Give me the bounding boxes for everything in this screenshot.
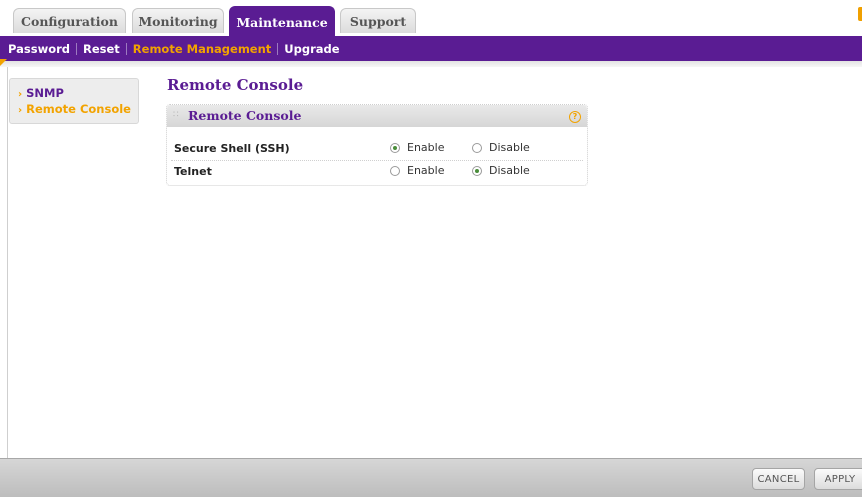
ssh-disable-radio[interactable]: Disable xyxy=(472,141,530,154)
row-divider xyxy=(171,160,583,161)
subnav-reset[interactable]: Reset xyxy=(83,42,120,56)
grip-icon: ∷ xyxy=(173,110,179,120)
subnav-notch xyxy=(0,59,7,66)
left-menu-item-remote-console[interactable]: › Remote Console xyxy=(18,101,138,117)
left-menu: › SNMP › Remote Console xyxy=(9,78,139,124)
top-tab-bar: Configuration Monitoring Maintenance Sup… xyxy=(0,0,862,37)
tab-configuration[interactable]: Configuration xyxy=(13,8,126,33)
subnav-separator xyxy=(76,42,77,55)
subnav-upgrade[interactable]: Upgrade xyxy=(284,42,339,56)
radio-selected-icon xyxy=(390,142,400,153)
sub-navigation: Password Reset Remote Management Upgrade xyxy=(0,36,862,61)
setting-label: Telnet xyxy=(174,165,212,178)
bottom-action-bar: CANCEL APPLY xyxy=(0,458,862,497)
subnav-separator xyxy=(125,42,127,55)
radio-label: Disable xyxy=(489,164,530,177)
remote-console-panel: ∷ Remote Console ? Secure Shell (SSH) En… xyxy=(166,104,588,186)
subnav-separator xyxy=(277,42,279,55)
chevron-right-icon: › xyxy=(18,105,23,116)
page-title: Remote Console xyxy=(167,76,304,94)
radio-unselected-icon xyxy=(390,165,400,176)
subnav-remote-management[interactable]: Remote Management xyxy=(133,42,272,56)
radio-label: Enable xyxy=(407,164,445,177)
radio-unselected-icon xyxy=(472,142,482,153)
radio-label: Disable xyxy=(489,141,530,154)
setting-label: Secure Shell (SSH) xyxy=(174,142,290,155)
left-menu-item-label: Remote Console xyxy=(26,102,131,116)
subnav-password[interactable]: Password xyxy=(8,42,70,56)
telnet-disable-radio[interactable]: Disable xyxy=(472,164,530,177)
radio-label: Enable xyxy=(407,141,445,154)
setting-row-ssh: Secure Shell (SSH) Enable Disable xyxy=(174,139,584,159)
panel-header: ∷ Remote Console ? xyxy=(167,105,587,127)
help-icon[interactable]: ? xyxy=(569,111,581,123)
apply-button[interactable]: APPLY xyxy=(814,468,862,490)
cancel-button[interactable]: CANCEL xyxy=(752,468,805,490)
tab-support[interactable]: Support xyxy=(340,8,416,33)
telnet-enable-radio[interactable]: Enable xyxy=(390,164,444,177)
ssh-enable-radio[interactable]: Enable xyxy=(390,141,444,154)
corner-marker xyxy=(858,7,862,21)
radio-selected-icon xyxy=(472,165,482,176)
setting-row-telnet: Telnet Enable Disable xyxy=(174,162,584,182)
panel-title: Remote Console xyxy=(188,108,302,123)
left-menu-item-snmp[interactable]: › SNMP xyxy=(18,85,138,101)
left-menu-item-label: SNMP xyxy=(26,86,64,100)
tab-maintenance[interactable]: Maintenance xyxy=(229,6,335,37)
tab-monitoring[interactable]: Monitoring xyxy=(132,8,224,33)
chevron-right-icon: › xyxy=(18,89,23,100)
